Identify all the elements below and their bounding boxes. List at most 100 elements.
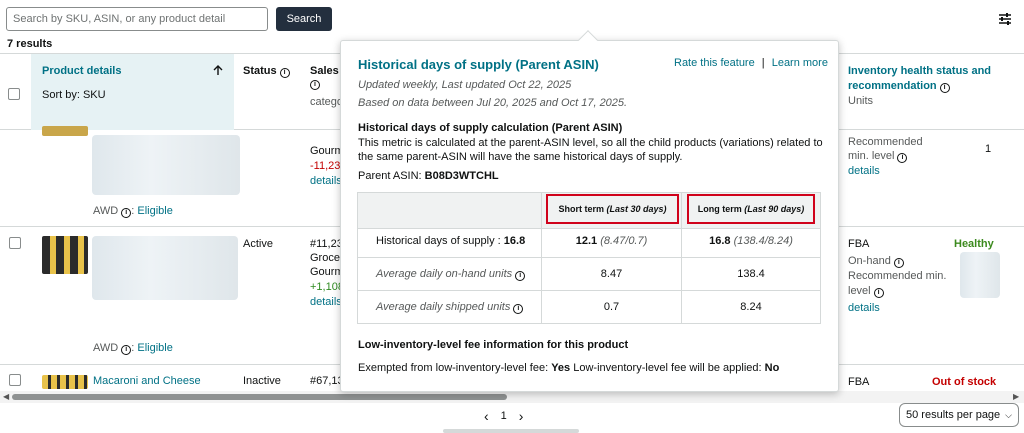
hds-value: 16.8: [503, 235, 526, 247]
hds-short-value: 12.1: [575, 235, 598, 247]
hds-label: Historical days of supply :: [376, 235, 501, 247]
health-value: 1: [985, 143, 992, 155]
hds-row-label: Historical days of supply : 16.8: [376, 235, 525, 247]
sales-details-link[interactable]: details: [310, 296, 342, 308]
info-icon[interactable]: i: [893, 258, 904, 268]
health-onhand: On-hand i: [848, 255, 904, 268]
awd-label: AWD: [93, 342, 119, 354]
status-header[interactable]: Status i: [243, 65, 290, 78]
pagination: ‹ 1 ›: [484, 408, 523, 424]
scrollbar-thumb[interactable]: [12, 394, 507, 400]
awd-eligibility: AWD i: Eligible: [93, 205, 173, 218]
results-per-page-select[interactable]: 50 results per page ⌵: [899, 403, 1019, 427]
onhand-short: 8.47: [600, 268, 623, 280]
parent-asin: Parent ASIN: B08D3WTCHL: [358, 170, 499, 182]
select-all-checkbox[interactable]: [8, 88, 20, 100]
awd-eligibility: AWD i: Eligible: [93, 342, 173, 355]
product-thumbnail[interactable]: [42, 236, 88, 274]
inventory-health-header-2[interactable]: recommendation i: [848, 80, 950, 93]
update-info: Updated weekly, Last updated Oct 22, 202…: [358, 79, 572, 91]
parent-asin-label: Parent ASIN:: [358, 170, 422, 182]
search-button[interactable]: Search: [276, 7, 332, 31]
health-status-badge: Out of stock: [932, 376, 997, 388]
resize-handle[interactable]: [443, 429, 579, 433]
table-line: [358, 257, 820, 258]
product-thumbnail[interactable]: [42, 126, 88, 136]
awd-colon: :: [131, 205, 135, 217]
fee-heading: Low-inventory-level fee information for …: [358, 339, 629, 351]
short-term-header: Short term (Last 30 days): [546, 194, 679, 224]
calc-text-2: the same parent-ASIN will have the same …: [358, 151, 683, 163]
shipped-short: 0.7: [603, 301, 620, 313]
arrow-up-icon[interactable]: [212, 64, 224, 76]
table-line: [358, 290, 820, 291]
product-thumbnail[interactable]: [42, 375, 88, 389]
health-details-link[interactable]: details: [848, 302, 880, 314]
units-label: Units: [848, 95, 874, 107]
sales-details-link[interactable]: details: [310, 175, 342, 187]
awd-eligible-link[interactable]: Eligible: [137, 205, 172, 217]
product-name-link[interactable]: Macaroni and Cheese: [93, 375, 201, 387]
status-header-label: Status: [243, 65, 277, 77]
applied-label: Low-inventory-level fee will be applied:: [573, 362, 762, 374]
fulfillment-channel: FBA: [848, 238, 870, 250]
hds-long: 16.8 (138.4/8.24): [682, 235, 820, 247]
applied-value: No: [764, 362, 780, 374]
info-icon[interactable]: i: [513, 304, 524, 314]
health-onhand-label: On-hand: [848, 255, 891, 267]
info-icon[interactable]: i: [121, 208, 132, 218]
status-value: Inactive: [243, 375, 281, 387]
rate-feature-link[interactable]: Rate this feature: [674, 57, 755, 69]
row-checkbox[interactable]: [9, 374, 21, 386]
info-icon[interactable]: i: [310, 80, 320, 90]
info-icon[interactable]: i: [279, 68, 290, 78]
sales-subcategory: Gourm: [310, 266, 344, 278]
inventory-health-header[interactable]: Inventory health status and: [848, 65, 991, 77]
health-details-link[interactable]: details: [848, 165, 880, 177]
sliders-icon[interactable]: [997, 11, 1013, 27]
search-input[interactable]: Search by SKU, ASIN, or any product deta…: [6, 7, 268, 31]
sales-rank-change: -11,23: [310, 160, 341, 172]
info-icon[interactable]: i: [897, 153, 908, 163]
popover-title: Historical days of supply (Parent ASIN): [358, 57, 599, 72]
info-icon[interactable]: i: [515, 271, 526, 281]
results-per-page-value: 50 results per page: [906, 409, 1001, 421]
short-term-period: (Last 30 days): [606, 204, 667, 214]
link-separator: |: [761, 57, 765, 69]
onhand-long: 138.4: [737, 268, 765, 280]
calc-heading: Historical days of supply calculation (P…: [358, 122, 623, 134]
fee-info: Exempted from low-inventory-level fee: Y…: [358, 362, 779, 374]
prev-page-icon[interactable]: ‹: [484, 408, 489, 424]
awd-label: AWD: [93, 205, 119, 217]
awd-colon: :: [131, 342, 135, 354]
long-term-header: Long term (Last 90 days): [687, 194, 815, 224]
results-count: 7 results: [7, 38, 53, 50]
learn-more-link[interactable]: Learn more: [772, 57, 828, 69]
scroll-left-icon[interactable]: ◀: [3, 392, 9, 401]
info-icon[interactable]: i: [939, 83, 950, 93]
sales-rank-value: #67,13: [310, 375, 344, 387]
shipped-label: Average daily shipped units: [376, 301, 511, 313]
info-icon[interactable]: i: [121, 345, 132, 355]
health-recommended: Recommended: [848, 136, 923, 148]
health-min-level-label: min. level: [848, 150, 895, 162]
calc-text-1: This metric is calculated at the parent-…: [358, 137, 823, 149]
product-title-redacted: [92, 236, 238, 300]
health-min-level: min. level i: [848, 150, 908, 163]
next-page-icon[interactable]: ›: [519, 408, 524, 424]
onhand-label: Average daily on-hand units: [376, 268, 513, 280]
product-details-header[interactable]: Product details: [42, 65, 121, 77]
sort-by-label: Sort by: SKU: [42, 89, 106, 101]
row-checkbox[interactable]: [9, 237, 21, 249]
health-status-badge: Healthy: [954, 238, 994, 250]
status-value: Active: [243, 238, 273, 250]
info-icon[interactable]: i: [873, 288, 884, 298]
current-page[interactable]: 1: [501, 410, 507, 422]
sales-rank-change: +1,108: [310, 281, 344, 293]
hds-long-value: 16.8: [709, 235, 731, 247]
long-term-label: Long term: [697, 204, 742, 214]
chevron-down-icon: ⌵: [1005, 409, 1012, 420]
scroll-right-icon[interactable]: ▶: [1013, 392, 1019, 401]
awd-eligible-link[interactable]: Eligible: [137, 342, 172, 354]
data-range-info: Based on data between Jul 20, 2025 and O…: [358, 97, 628, 109]
